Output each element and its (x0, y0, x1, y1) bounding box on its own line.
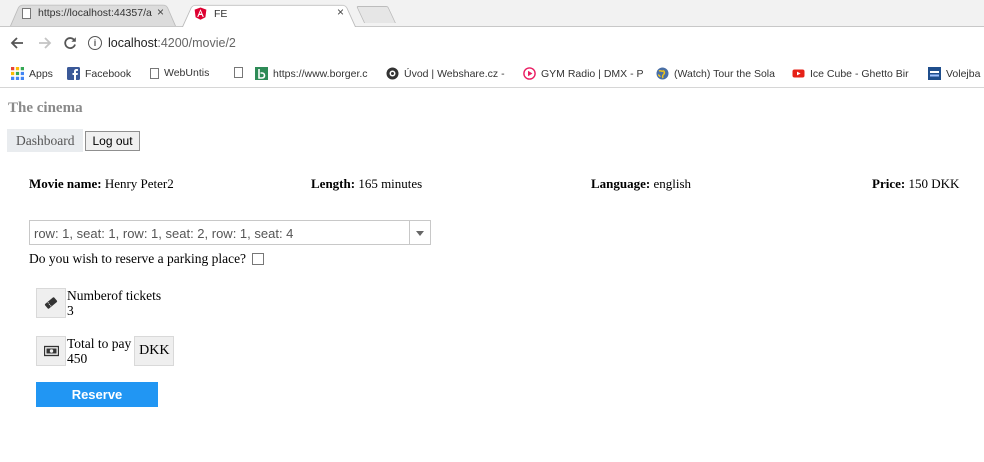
total-label: Total to pay (67, 336, 132, 351)
tickets-stat: Numberof tickets 3 (36, 288, 161, 318)
money-icon (36, 336, 66, 366)
page-icon (150, 67, 159, 79)
bookmark-gym-radio[interactable]: GYM Radio | DMX - P (523, 67, 644, 80)
tab-close-icon[interactable]: × (337, 5, 344, 19)
info-icon[interactable]: i (88, 36, 102, 50)
parking-checkbox[interactable] (252, 253, 265, 265)
bookmark-label: GYM Radio | DMX - P (541, 67, 644, 80)
borger-icon (255, 67, 268, 80)
bookmark-webshare[interactable]: Úvod | Webshare.cz - (386, 67, 505, 80)
bookmark-label: Volejba (946, 67, 981, 80)
reserve-button[interactable]: Reserve (36, 382, 158, 407)
bookmarks-bar: Apps Facebook WebUntis https://www.borge… (0, 61, 984, 88)
bookmark-volejbal[interactable]: Volejba (928, 67, 980, 80)
movie-price-label: Price: (872, 176, 906, 191)
movie-language-value: english (653, 176, 692, 191)
chevron-down-icon[interactable] (416, 231, 424, 236)
apps-grid-icon (11, 67, 24, 80)
movie-name: Movie name: Henry Peter2 (29, 176, 174, 192)
seat-select[interactable]: row: 1, seat: 1, row: 1, seat: 2, row: 1… (29, 220, 431, 245)
tab-title: https://localhost:44357/a (38, 7, 152, 19)
tickets-label: Numberof tickets (67, 288, 162, 303)
total-value: 450 (67, 351, 88, 366)
movie-length-value: 165 minutes (358, 176, 423, 191)
url-path: :4200/movie/2 (157, 36, 236, 50)
page-nav: Dashboard Log out (7, 129, 140, 152)
bookmark-ice-cube[interactable]: Ice Cube - Ghetto Bir (792, 67, 909, 80)
total-stat: Total to pay 450 DKK (36, 336, 175, 366)
bookmark-label: Apps (29, 67, 53, 80)
bookmark-borger[interactable]: https://www.borger.c (255, 67, 368, 80)
movie-language-label: Language: (591, 176, 651, 191)
browser-tab-localhost[interactable]: https://localhost:44357/a × (4, 2, 182, 26)
movie-name-label: Movie name: (29, 176, 102, 191)
radio-icon (523, 67, 536, 80)
url-host: localhost (108, 36, 158, 50)
back-arrow-icon[interactable] (10, 36, 24, 50)
forward-arrow-icon[interactable] (38, 36, 52, 50)
webshare-icon (386, 67, 399, 80)
select-divider (409, 221, 410, 244)
movie-language: Language: english (591, 176, 691, 192)
page-icon (234, 67, 243, 78)
reload-icon[interactable] (63, 36, 77, 50)
movie-name-value: Henry Peter2 (104, 176, 174, 191)
bookmark-label: Ice Cube - Ghetto Bir (810, 67, 909, 80)
movie-price: Price: 150 DKK (872, 176, 959, 192)
bookmark-page[interactable] (234, 67, 248, 78)
movie-length-label: Length: (311, 176, 356, 191)
globe-icon (656, 67, 669, 80)
address-bar[interactable]: i localhost:4200/movie/2 (88, 32, 976, 54)
seat-select-value: row: 1, seat: 1, row: 1, seat: 2, row: 1… (34, 226, 294, 241)
browser-toolbar: i localhost:4200/movie/2 (0, 27, 984, 60)
parking-label: Do you wish to reserve a parking place? (29, 251, 247, 266)
site-title: The cinema (8, 100, 83, 116)
bookmark-label: Úvod | Webshare.cz - (404, 67, 505, 80)
bookmark-webuntis[interactable]: WebUntis (150, 67, 209, 79)
movie-length: Length: 165 minutes (311, 176, 422, 192)
bookmark-label: (Watch) Tour the Sola (674, 67, 775, 80)
tab-title: FE (214, 7, 228, 20)
angular-icon (194, 7, 207, 20)
bookmark-label: https://www.borger.c (273, 67, 368, 80)
bookmark-apps[interactable]: Apps (11, 67, 53, 80)
facebook-icon (67, 67, 80, 80)
currency-badge: DKK (134, 336, 175, 366)
parking-row: Do you wish to reserve a parking place? (29, 251, 265, 267)
tickets-value: 3 (67, 303, 74, 318)
tab-close-icon[interactable]: × (157, 5, 164, 19)
logout-button[interactable]: Log out (85, 130, 140, 151)
volejbal-icon (928, 67, 941, 80)
bookmark-tour[interactable]: (Watch) Tour the Sola (656, 67, 775, 80)
browser-tab-fe[interactable]: FE × (176, 2, 362, 27)
bookmark-label: WebUntis (164, 67, 210, 79)
ticket-icon (36, 288, 66, 318)
page-icon (22, 7, 31, 19)
movie-price-value: 150 DKK (908, 176, 960, 191)
youtube-icon (792, 69, 805, 78)
dashboard-link[interactable]: Dashboard (7, 129, 84, 152)
new-tab-button[interactable] (356, 6, 396, 23)
browser-tabstrip: https://localhost:44357/a × FE × (0, 0, 984, 27)
bookmark-label: Facebook (85, 67, 132, 80)
bookmark-facebook[interactable]: Facebook (67, 67, 131, 80)
